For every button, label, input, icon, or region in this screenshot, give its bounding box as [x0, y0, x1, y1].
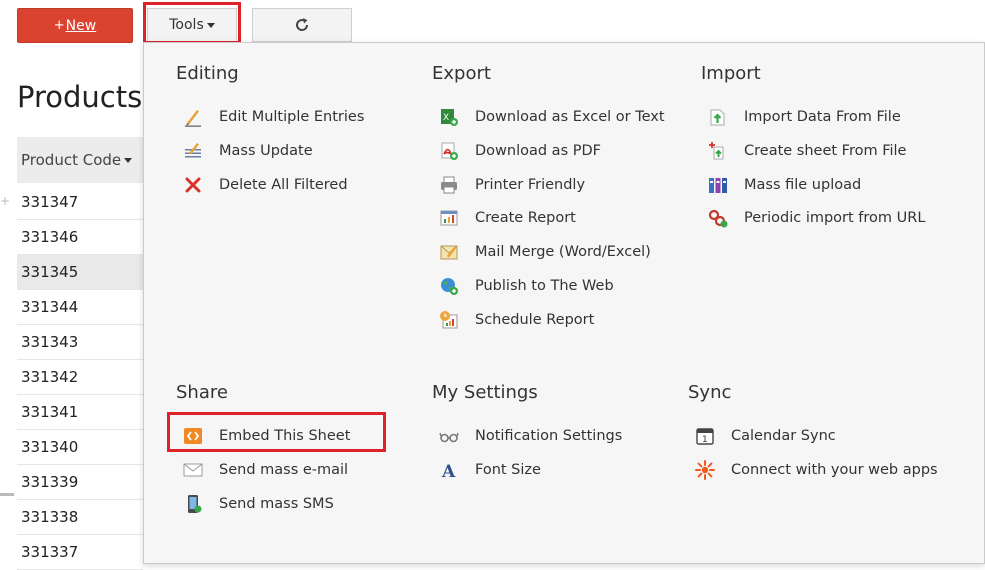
delete-all-filtered-item[interactable]: Delete All Filtered	[182, 174, 348, 196]
send-mass-sms-label: Send mass SMS	[219, 496, 334, 512]
mass-file-upload-label: Mass file upload	[744, 177, 862, 193]
table-row[interactable]: 331342	[17, 360, 143, 395]
periodic-import-url-label: Periodic import from URL	[744, 210, 926, 226]
mail-merge-icon	[438, 241, 460, 263]
publish-web-label: Publish to The Web	[475, 278, 614, 294]
download-excel-label: Download as Excel or Text	[475, 109, 665, 125]
report-icon	[438, 207, 460, 229]
side-marker	[0, 493, 14, 496]
glasses-icon	[438, 425, 460, 447]
delete-x-icon	[182, 174, 204, 196]
new-button[interactable]: + New	[17, 8, 133, 43]
edit-multiple-entries-label: Edit Multiple Entries	[219, 109, 365, 125]
create-sheet-file-label: Create sheet From File	[744, 143, 907, 159]
table-row[interactable]: 331344	[17, 290, 143, 325]
printer-friendly-label: Printer Friendly	[475, 177, 586, 193]
send-mass-email-item[interactable]: Send mass e-mail	[182, 459, 348, 481]
calendar-sync-item[interactable]: 1 Calendar Sync	[694, 425, 836, 447]
caret-down-icon	[206, 22, 215, 28]
edit-multiple-entries-item[interactable]: Edit Multiple Entries	[182, 106, 364, 128]
refresh-button[interactable]	[252, 8, 352, 42]
table-row[interactable]: 331338	[17, 500, 143, 535]
connect-web-apps-item[interactable]: Connect with your web apps	[694, 459, 938, 481]
download-excel-item[interactable]: X Download as Excel or Text	[438, 106, 665, 128]
delete-all-filtered-label: Delete All Filtered	[219, 177, 348, 193]
export-section-title: Export	[432, 63, 491, 84]
svg-text:A: A	[441, 462, 456, 480]
sunburst-icon	[694, 459, 716, 481]
schedule-report-label: Schedule Report	[475, 312, 595, 328]
table-row[interactable]: 331343	[17, 325, 143, 360]
schedule-report-icon	[438, 309, 460, 331]
import-data-file-label: Import Data From File	[744, 109, 901, 125]
globe-icon	[438, 275, 460, 297]
periodic-import-url-item[interactable]: Periodic import from URL	[707, 207, 925, 229]
font-letter-icon: A	[438, 459, 460, 481]
embed-code-icon	[182, 425, 204, 447]
column-header-label: Product Code	[21, 151, 122, 169]
column-header-product-code[interactable]: Product Code	[17, 137, 143, 183]
embed-sheet-label: Embed This Sheet	[219, 428, 351, 444]
my-settings-section-title: My Settings	[432, 382, 538, 403]
download-pdf-item[interactable]: Download as PDF	[438, 140, 601, 162]
import-section-title: Import	[701, 63, 761, 84]
calendar-sync-label: Calendar Sync	[731, 428, 836, 444]
pdf-icon	[438, 140, 460, 162]
send-mass-sms-item[interactable]: Send mass SMS	[182, 493, 334, 515]
sync-section-title: Sync	[688, 382, 732, 403]
connect-web-apps-label: Connect with your web apps	[731, 462, 938, 478]
send-mass-email-label: Send mass e-mail	[219, 462, 349, 478]
table-body: 331347 331346 331345 331344 331343 33134…	[17, 185, 143, 570]
notification-settings-item[interactable]: Notification Settings	[438, 425, 622, 447]
mail-merge-item[interactable]: Mail Merge (Word/Excel)	[438, 241, 651, 263]
tools-label: Tools	[169, 17, 204, 33]
mass-file-upload-item[interactable]: Mass file upload	[707, 174, 861, 196]
font-size-item[interactable]: A Font Size	[438, 459, 541, 481]
mass-update-label: Mass Update	[219, 143, 313, 159]
import-file-icon	[707, 106, 729, 128]
publish-web-item[interactable]: Publish to The Web	[438, 275, 614, 297]
create-report-label: Create Report	[475, 210, 576, 226]
tools-button[interactable]: Tools	[147, 8, 237, 42]
mobile-phone-icon	[182, 493, 204, 515]
schedule-report-item[interactable]: Schedule Report	[438, 309, 594, 331]
tools-menu: Editing Edit Multiple Entries Mass Updat…	[143, 42, 985, 564]
editing-section-title: Editing	[176, 63, 239, 84]
calendar-icon: 1	[694, 425, 716, 447]
printer-icon	[438, 174, 460, 196]
embed-sheet-item[interactable]: Embed This Sheet	[182, 425, 350, 447]
download-pdf-label: Download as PDF	[475, 143, 601, 159]
svg-text:X: X	[443, 113, 449, 123]
new-plus: +	[53, 18, 65, 33]
sort-caret-icon	[124, 157, 133, 163]
excel-icon: X	[438, 106, 460, 128]
table-row[interactable]: 331347	[17, 185, 143, 220]
share-section-title: Share	[176, 382, 228, 403]
import-data-file-item[interactable]: Import Data From File	[707, 106, 901, 128]
mass-update-icon	[182, 140, 204, 162]
table-row[interactable]: 331345	[17, 255, 143, 290]
add-row-icon[interactable]: +	[0, 194, 10, 208]
create-report-item[interactable]: Create Report	[438, 207, 576, 229]
svg-text:1: 1	[702, 435, 708, 445]
table-row[interactable]: 331337	[17, 535, 143, 570]
table-row[interactable]: 331339	[17, 465, 143, 500]
table-row[interactable]: 331341	[17, 395, 143, 430]
create-sheet-icon	[707, 140, 729, 162]
mass-upload-icon	[707, 174, 729, 196]
mass-update-item[interactable]: Mass Update	[182, 140, 313, 162]
notification-settings-label: Notification Settings	[475, 428, 623, 444]
printer-friendly-item[interactable]: Printer Friendly	[438, 174, 585, 196]
table-row[interactable]: 331346	[17, 220, 143, 255]
create-sheet-file-item[interactable]: Create sheet From File	[707, 140, 906, 162]
refresh-icon	[296, 18, 309, 31]
mail-merge-label: Mail Merge (Word/Excel)	[475, 244, 651, 260]
table-row[interactable]: 331340	[17, 430, 143, 465]
new-label: New	[65, 17, 97, 34]
email-icon	[182, 459, 204, 481]
font-size-label: Font Size	[475, 462, 541, 478]
page-title: Products	[17, 80, 143, 114]
chain-link-icon	[707, 207, 729, 229]
pencil-icon	[182, 106, 204, 128]
